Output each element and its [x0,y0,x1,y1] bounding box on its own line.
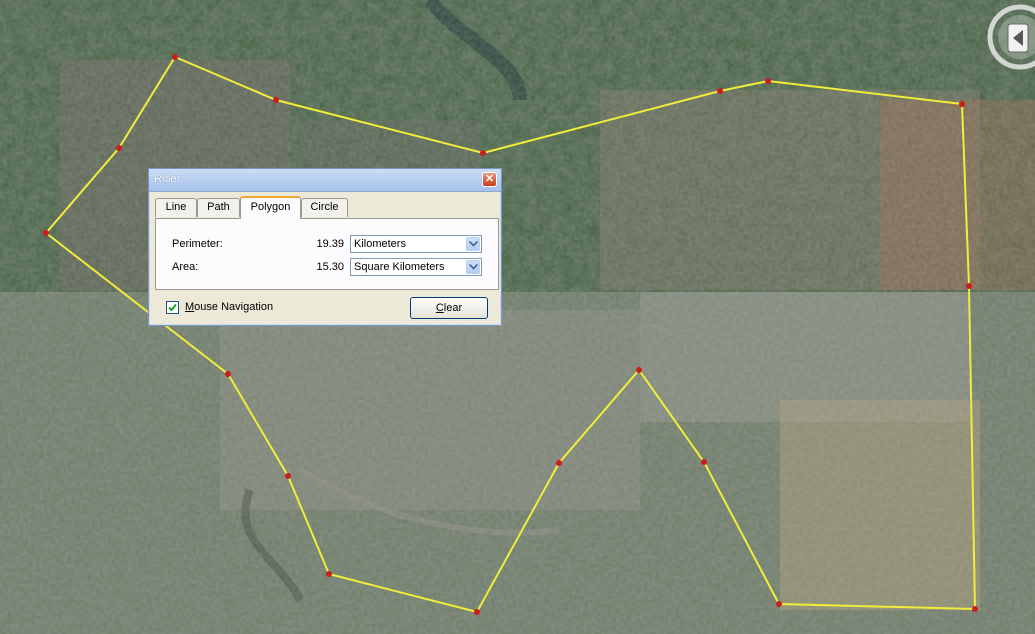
close-icon: ✕ [484,173,495,185]
polygon-vertex[interactable] [116,145,122,151]
ruler-dialog: Ruler ✕ Line Path Polygon Circle Perimet… [148,168,502,326]
polygon-vertex[interactable] [43,230,49,236]
polygon-vertex[interactable] [480,150,486,156]
polygon-vertex[interactable] [966,283,972,289]
polygon-vertex[interactable] [701,459,707,465]
polygon-vertex[interactable] [326,571,332,577]
clear-button[interactable]: Clear [410,297,488,319]
polygon-vertex[interactable] [765,78,771,84]
perimeter-label: Perimeter: [172,238,223,250]
tab-circle[interactable]: Circle [301,198,348,217]
polygon-vertex[interactable] [273,97,279,103]
polygon-vertex[interactable] [474,609,480,615]
pan-left-icon [1007,23,1029,53]
perimeter-unit-value: Kilometers [354,238,406,250]
ruler-title: Ruler [154,173,181,185]
polygon-vertex[interactable] [636,367,642,373]
polygon-vertex[interactable] [172,54,178,60]
area-value: 15.30 [316,261,344,273]
polygon-vertex[interactable] [225,371,231,377]
checkmark-icon [168,303,177,312]
ruler-titlebar[interactable]: Ruler ✕ [149,169,501,192]
polygon-vertex[interactable] [972,606,978,612]
polygon-panel: Perimeter: 19.39 Kilometers Area: 15.30 … [155,218,499,290]
perimeter-unit-select[interactable]: Kilometers [350,235,482,253]
area-unit-select[interactable]: Square Kilometers [350,258,482,276]
tab-line[interactable]: Line [155,198,197,217]
tab-path[interactable]: Path [197,198,240,217]
perimeter-value: 19.39 [316,238,344,250]
polygon-vertex[interactable] [959,101,965,107]
mouse-navigation-label: Mouse Navigation [185,301,274,313]
mouse-navigation-checkbox[interactable] [166,301,179,314]
chevron-down-icon[interactable] [466,260,480,274]
polygon-vertex[interactable] [285,473,291,479]
chevron-down-icon[interactable] [466,237,480,251]
polygon-vertex[interactable] [556,460,562,466]
polygon-vertex[interactable] [717,88,723,94]
polygon-vertex[interactable] [776,601,782,607]
area-label: Area: [172,261,199,273]
area-unit-value: Square Kilometers [354,261,445,273]
navigation-compass-icon[interactable] [986,0,1035,75]
tab-polygon[interactable]: Polygon [240,196,301,219]
close-button[interactable]: ✕ [482,172,497,187]
